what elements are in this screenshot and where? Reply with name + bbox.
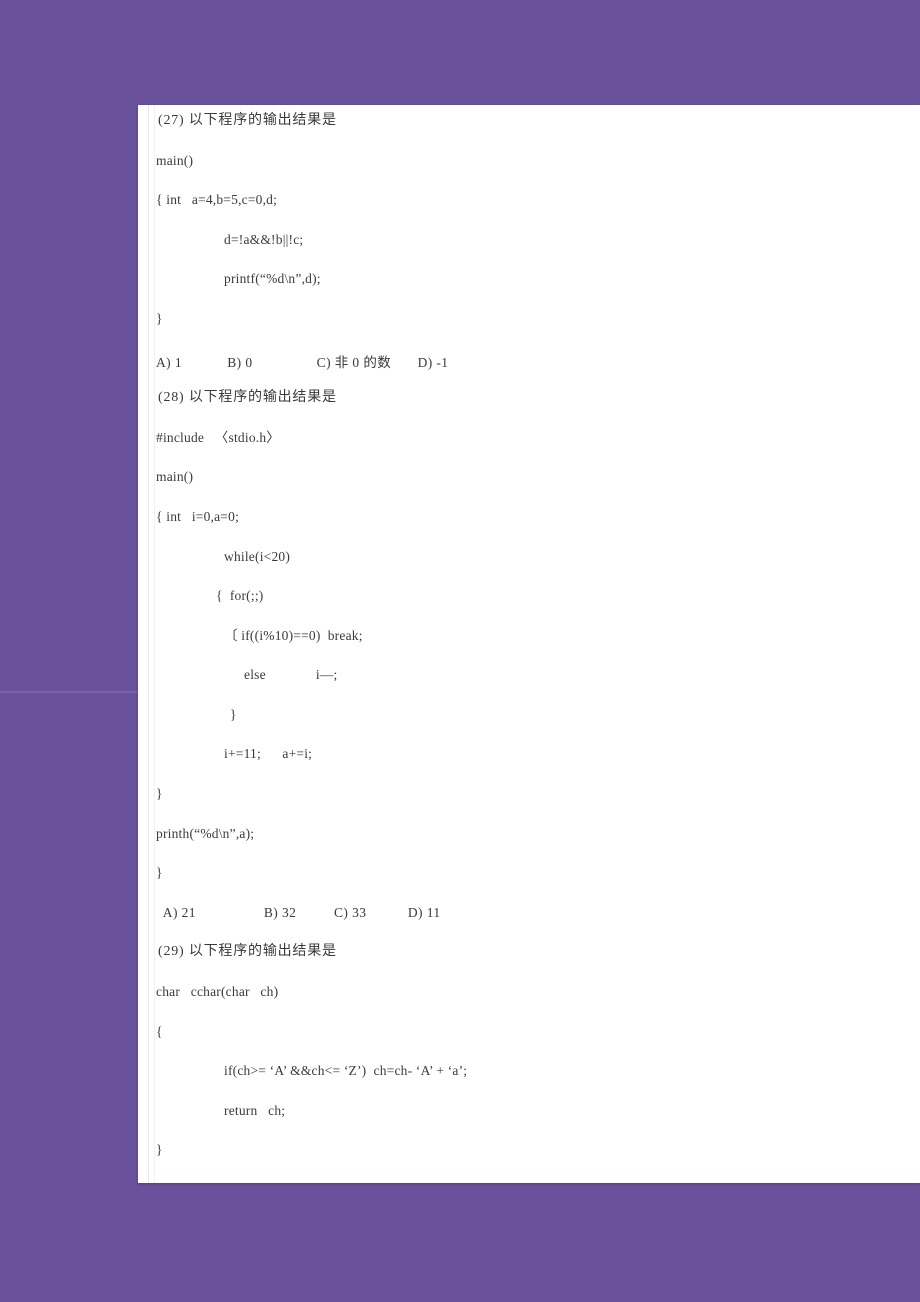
question-prompt-line: (28) 以下程序的输出结果是 [158, 390, 337, 405]
code-line: printh(“%d\n”,a); [156, 826, 255, 841]
code-line: 〔 if((i%10)==0) break; [224, 628, 363, 643]
code-line: char cchar(char ch) [156, 984, 279, 999]
document-page: (27) 以下程序的输出结果是 main() { int a=4,b=5,c=0,d… [138, 105, 920, 1183]
code-line: main() [156, 153, 194, 168]
code-line: { [156, 1024, 163, 1039]
code-line: } [156, 311, 163, 326]
code-line: } [230, 707, 237, 722]
answer-options-line: A) 1 B) 0 C) 非 0 的数 D) -1 [156, 355, 449, 370]
code-line: { for(;;) [216, 588, 264, 603]
code-line: while(i<20) [224, 549, 291, 564]
code-line: main() [156, 469, 194, 484]
code-line: { int i=0,a=0; [156, 509, 240, 524]
code-line: i+=11; a+=i; [224, 746, 313, 761]
code-line: } [156, 865, 163, 880]
code-line: d=!a&&!b||!c; [224, 232, 304, 247]
page-margin-guide [148, 105, 149, 1183]
page-margin-guide-secondary [154, 105, 155, 1183]
code-line: if(ch>= ‘A’ &&ch<= ‘Z’) ch=ch- ‘A’ + ‘a’… [224, 1063, 468, 1078]
backdrop-seam [0, 691, 138, 693]
code-line: { int a=4,b=5,c=0,d; [156, 192, 278, 207]
question-prompt-line: (27) 以下程序的输出结果是 [158, 113, 337, 128]
code-line: printf(“%d\n”,d); [224, 271, 321, 286]
code-line: else i—; [244, 667, 338, 682]
code-line: #include 〈stdio.h〉 [156, 430, 280, 445]
code-line: return ch; [224, 1103, 286, 1118]
code-line: } [156, 1142, 163, 1157]
answer-options-line: A) 21 B) 32 C) 33 D) 11 [156, 905, 441, 920]
page-text-body: (27) 以下程序的输出结果是 main() { int a=4,b=5,c=0,d… [156, 105, 920, 1183]
code-line: } [156, 786, 163, 801]
question-prompt-line: (29) 以下程序的输出结果是 [158, 944, 337, 959]
